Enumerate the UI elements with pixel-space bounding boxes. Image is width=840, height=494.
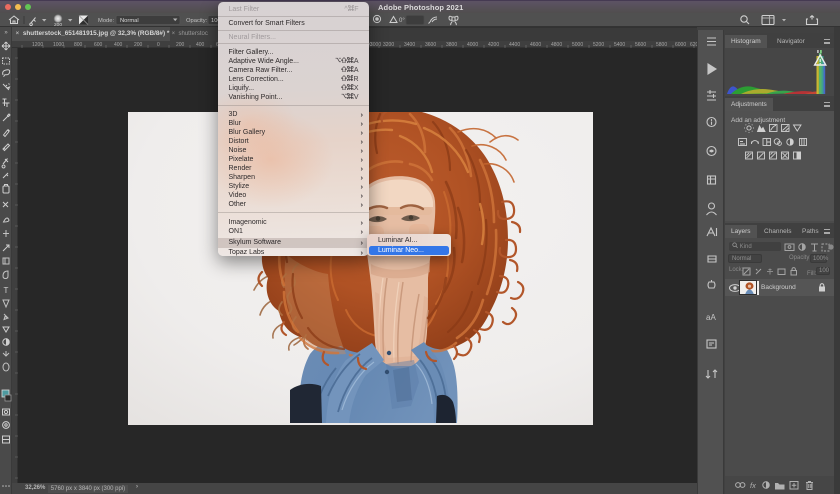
svg-text:Mode:: Mode: (98, 18, 115, 24)
svg-text:»: » (4, 30, 8, 36)
svg-text:0°: 0° (399, 18, 405, 24)
svg-text:aA: aA (706, 313, 716, 322)
svg-text:Opacity:: Opacity: (186, 18, 208, 24)
svg-text:Normal: Normal (120, 18, 139, 24)
svg-text:fx: fx (750, 481, 756, 490)
svg-text:T: T (4, 286, 9, 295)
